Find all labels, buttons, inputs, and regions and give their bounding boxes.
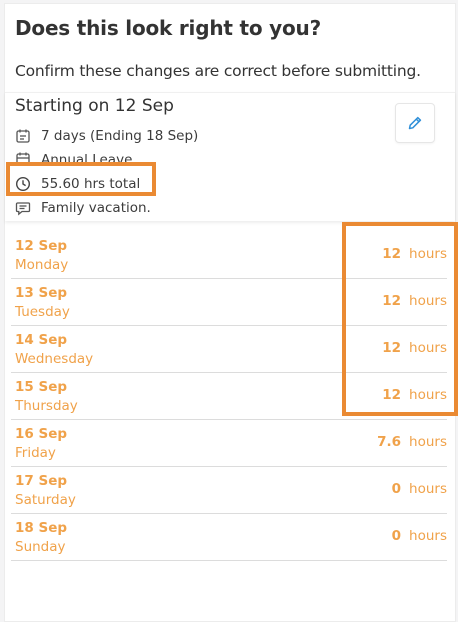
day-date: 18 Sep [15, 520, 68, 536]
day-weekday: Thursday [15, 398, 78, 414]
hours-unit: hours [409, 246, 447, 262]
day-hours: 12 hours [382, 293, 447, 309]
leave-type-text: Annual Leave [41, 152, 133, 165]
day-row: 12 Sep Monday 12 hours [11, 232, 447, 279]
hours-unit: hours [409, 528, 447, 544]
duration-text: 7 days (Ending 18 Sep) [41, 128, 199, 144]
day-row: 14 Sep Wednesday 12 hours [11, 326, 447, 373]
day-hours: 0 hours [392, 528, 447, 544]
day-list: 12 Sep Monday 12 hours 13 Sep Tuesday 12… [11, 232, 447, 561]
hours-unit: hours [409, 481, 447, 497]
day-date: 16 Sep [15, 426, 68, 442]
day-hours: 12 hours [382, 387, 447, 403]
hours-value: 12 [382, 387, 402, 403]
hours-unit: hours [409, 387, 447, 403]
start-date: Starting on 12 Sep [15, 96, 174, 116]
day-hours: 7.6 hours [377, 434, 447, 450]
hours-value: 0 [391, 528, 402, 544]
dialog-subtitle: Confirm these changes are correct before… [15, 62, 421, 80]
day-date: 13 Sep [15, 285, 68, 301]
leave-type-row: Annual Leave [15, 151, 132, 165]
dialog-title: Does this look right to you? [15, 16, 321, 40]
day-row: 16 Sep Friday 7.6 hours [11, 420, 447, 467]
clock-icon [15, 176, 31, 192]
day-hours: 12 hours [382, 246, 447, 262]
leave-summary: Starting on 12 Sep 7 days (Ending 18 Sep… [5, 92, 455, 221]
hours-unit: hours [409, 293, 447, 309]
day-row: 18 Sep Sunday 0 hours [11, 514, 447, 561]
day-weekday: Monday [15, 257, 69, 273]
day-date: 15 Sep [15, 379, 68, 395]
day-weekday: Saturday [15, 492, 76, 508]
hours-value: 12 [382, 293, 402, 309]
day-row: 13 Sep Tuesday 12 hours [11, 279, 447, 326]
pencil-icon [407, 115, 423, 131]
hours-value: 0 [391, 481, 402, 497]
day-date: 17 Sep [15, 473, 68, 489]
duration-row: 7 days (Ending 18 Sep) [15, 126, 198, 146]
total-row: 55.60 hrs total [15, 174, 140, 194]
hours-value: 12 [382, 246, 402, 262]
day-row: 15 Sep Thursday 12 hours [11, 373, 447, 420]
hours-unit: hours [409, 434, 447, 450]
day-weekday: Tuesday [15, 304, 70, 320]
day-row: 17 Sep Saturday 0 hours [11, 467, 447, 514]
hours-value: 12 [382, 340, 402, 356]
note-row: Family vacation. [15, 198, 151, 218]
calendar-range-icon [15, 128, 31, 144]
day-weekday: Friday [15, 445, 56, 461]
day-date: 14 Sep [15, 332, 68, 348]
day-weekday: Wednesday [15, 351, 94, 367]
day-hours: 0 hours [392, 481, 447, 497]
comment-icon [15, 200, 31, 216]
confirm-dialog: Does this look right to you? Confirm the… [4, 3, 456, 622]
hours-value: 7.6 [377, 434, 402, 450]
edit-button[interactable] [395, 103, 435, 143]
calendar-icon [15, 151, 31, 165]
note-text: Family vacation. [41, 200, 151, 216]
hours-unit: hours [409, 340, 447, 356]
day-weekday: Sunday [15, 539, 66, 555]
total-hours-text: 55.60 hrs total [41, 176, 141, 192]
day-hours: 12 hours [382, 340, 447, 356]
day-date: 12 Sep [15, 238, 68, 254]
